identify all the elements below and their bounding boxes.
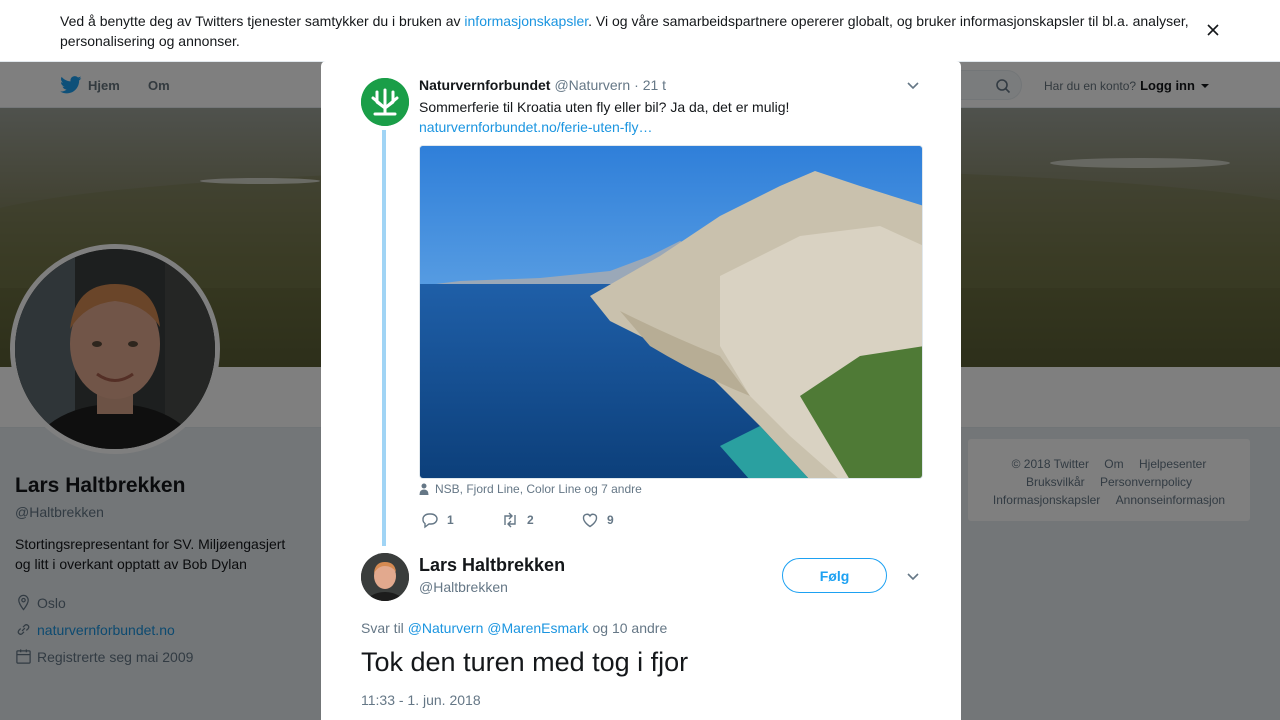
parent-author-handle[interactable]: @Naturvern [554,77,630,93]
tweet-timestamp[interactable]: 11:33 - 1. jun. 2018 [361,692,481,708]
retweet-count: 2 [527,513,534,527]
author-handle[interactable]: @Haltbrekken [419,579,508,595]
photo-tags[interactable]: NSB, Fjord Line, Color Line og 7 andre [419,482,642,496]
reply-icon [422,513,438,529]
parent-tweet-link[interactable]: naturvernforbundet.no/ferie-uten-fly… [419,117,652,137]
naturvern-avatar[interactable] [361,78,409,126]
parent-tweet-time[interactable]: · 21 t [634,77,666,93]
tweet-modal: Naturvernforbundet @Naturvern · 21 t Som… [321,61,961,720]
photo-tags-text: NSB, Fjord Line, Color Line og 7 andre [435,482,642,496]
heart-icon [582,513,598,528]
reply-button[interactable]: 1 [421,511,501,529]
parent-author-name[interactable]: Naturvernforbundet [419,77,550,93]
cookie-policy-link[interactable]: informasjonskapsler [464,13,588,29]
tweet-photo[interactable] [419,145,923,479]
chevron-down-icon[interactable] [905,568,921,584]
parent-tweet-actions: 1 2 9 [421,511,661,529]
reply-suffix[interactable]: og 10 andre [593,620,668,636]
reply-count: 1 [447,513,454,527]
tweet-text: Tok den turen med tog i fjor [361,647,689,677]
reply-context: Svar til @Naturvern @MarenEsmark og 10 a… [361,620,667,636]
author-name[interactable]: Lars Haltbrekken [419,555,565,576]
reply-mentions[interactable]: @Naturvern @MarenEsmark [408,620,589,636]
retweet-icon [504,512,516,528]
person-icon [419,483,429,495]
like-count: 9 [607,513,614,527]
cookie-banner: Ved å benytte deg av Twitters tjenester … [0,0,1280,62]
parent-tweet-header: Naturvernforbundet @Naturvern · 21 t [419,77,666,93]
modal-close-icon[interactable] [1234,12,1258,36]
follow-button[interactable]: Følg [782,558,887,593]
naturvern-logo-icon [361,78,409,126]
retweet-button[interactable]: 2 [501,511,581,529]
parent-tweet-text: Sommerferie til Kroatia uten fly eller b… [419,99,790,115]
reply-prefix: Svar til [361,620,404,636]
author-avatar[interactable] [361,553,409,601]
thread-connector [382,130,386,546]
like-button[interactable]: 9 [581,511,661,529]
cookie-text: Ved å benytte deg av Twitters tjenester … [60,13,1189,49]
chevron-down-icon[interactable] [905,77,921,93]
close-icon[interactable] [1205,22,1221,38]
